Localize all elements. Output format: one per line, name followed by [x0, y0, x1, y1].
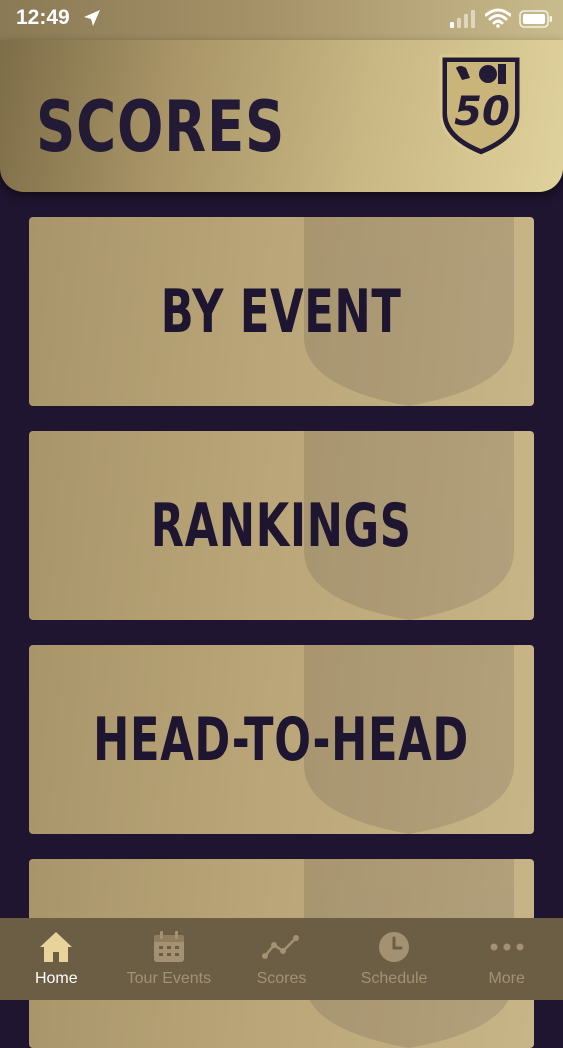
tab-tour-events[interactable]: Tour Events [113, 918, 226, 1000]
status-bar: 12:49 [0, 0, 563, 40]
by-event-button[interactable]: BY EVENT [29, 217, 534, 406]
tab-scores[interactable]: Scores [225, 918, 338, 1000]
head-to-head-label: HEAD-TO-HEAD [93, 704, 470, 775]
tab-more-label: More [488, 970, 525, 987]
cellular-signal-icon [450, 10, 475, 28]
page-title: SCORES [36, 86, 286, 168]
tab-bar: Home Tour Events Scores Schedule More [0, 918, 563, 1000]
more-dots-icon [488, 928, 526, 966]
by-event-label: BY EVENT [161, 276, 402, 347]
calendar-icon [150, 928, 188, 966]
tab-home-label: Home [34, 970, 78, 987]
tab-scores-label: Scores [256, 970, 307, 987]
location-arrow-icon [84, 10, 100, 26]
rankings-label: RANKINGS [151, 490, 412, 561]
tab-more[interactable]: More [450, 918, 563, 1000]
dci-50-logo: 50 [439, 54, 523, 158]
clock-icon [375, 928, 413, 966]
home-icon [37, 928, 75, 966]
tab-tour-events-label: Tour Events [126, 970, 212, 987]
wifi-icon [485, 8, 511, 28]
svg-text:50: 50 [454, 89, 510, 135]
status-time: 12:49 [16, 6, 70, 29]
tab-schedule-label: Schedule [360, 970, 428, 987]
tab-schedule[interactable]: Schedule [338, 918, 451, 1000]
chart-line-icon [262, 928, 300, 966]
battery-icon [519, 10, 552, 28]
page-header: SCORES 50 [0, 40, 563, 192]
tab-home[interactable]: Home [0, 918, 113, 1000]
rankings-button[interactable]: RANKINGS [29, 431, 534, 620]
head-to-head-button[interactable]: HEAD-TO-HEAD [29, 645, 534, 834]
